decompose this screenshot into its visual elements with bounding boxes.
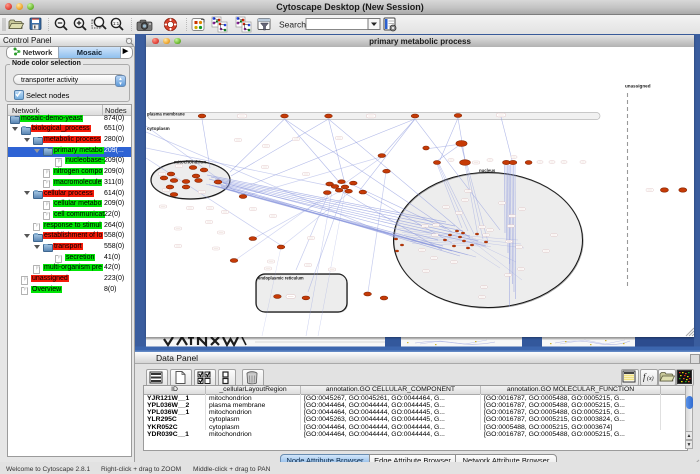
svg-text:unassigned: unassigned [625, 84, 651, 89]
svg-text:mitochondrion: mitochondrion [174, 160, 206, 165]
svg-text:nucleus: nucleus [479, 168, 496, 173]
svg-text:endoplasmic reticulum: endoplasmic reticulum [258, 276, 304, 281]
svg-text:1:1: 1:1 [113, 21, 120, 26]
svg-text:Search:: Search: [279, 20, 308, 30]
svg-text:plasma membrane: plasma membrane [147, 112, 185, 117]
svg-text:cytoplasm: cytoplasm [147, 126, 170, 131]
svg-text:(x): (x) [647, 375, 654, 382]
